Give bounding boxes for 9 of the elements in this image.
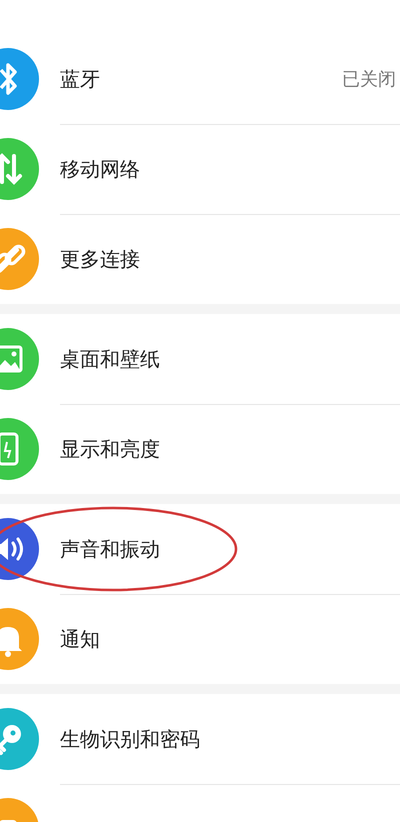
setting-value: 已关闭 [342, 68, 396, 91]
setting-label[interactable]: 声音和振动 [60, 536, 160, 562]
setting-label[interactable]: 更多连接 [60, 246, 140, 272]
setting-label[interactable]: 移动网络 [60, 156, 140, 182]
setting-label[interactable]: 显示和亮度 [60, 436, 160, 462]
setting-label[interactable]: 桌面和壁纸 [60, 346, 160, 372]
setting-label[interactable]: 通知 [60, 626, 100, 652]
setting-label[interactable]: 蓝牙 [60, 66, 100, 92]
setting-label[interactable]: 生物识别和密码 [60, 726, 200, 752]
